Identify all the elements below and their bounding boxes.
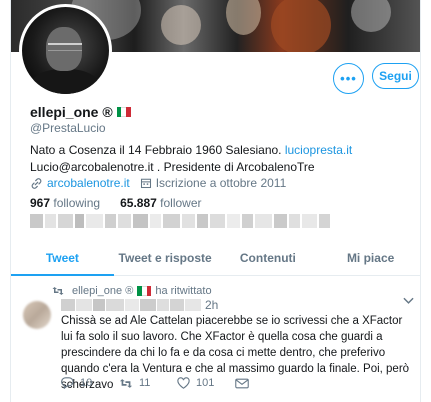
profile-handle: @PrestaLucio — [30, 121, 106, 135]
italian-flag-icon — [116, 107, 131, 117]
direct-message-action[interactable] — [235, 377, 293, 389]
tab-contenuti[interactable]: Contenuti — [217, 240, 320, 275]
profile-page: ••• Segui ellepi_one ® @PrestaLucio Nato… — [10, 0, 421, 402]
tab-tweet-e-risposte[interactable]: Tweet e risposte — [114, 240, 217, 275]
like-count: 101 — [196, 377, 215, 389]
like-icon — [177, 377, 190, 389]
reply-icon — [61, 377, 74, 389]
tweet-header: 2h — [61, 298, 218, 312]
followers-you-know-pixelated — [30, 214, 330, 228]
retweet-suffix: ha ritwittato — [155, 285, 212, 297]
follow-counts: 967 following 65.887 follower — [30, 196, 202, 210]
profile-bio: Nato a Cosenza il 14 Febbraio 1960 Sales… — [30, 142, 420, 176]
bio-link[interactable]: luciopresta.it — [285, 143, 352, 157]
link-icon — [31, 177, 42, 189]
retweet-context: ellepi_one ® ha ritwittato — [52, 285, 212, 297]
following-label: following — [53, 196, 101, 210]
profile-avatar[interactable] — [19, 4, 112, 97]
italian-flag-icon — [137, 286, 152, 296]
tab-mi-piace[interactable]: Mi piace — [319, 240, 420, 275]
profile-meta: arcobalenotre.it Iscrizione a ottobre 20… — [30, 176, 286, 190]
tweet-time[interactable]: 2h — [205, 298, 218, 312]
follower-label: follower — [160, 196, 202, 210]
profile-name-text: ellepi_one ® — [30, 104, 113, 120]
retweet-icon — [52, 287, 64, 295]
retweet-action[interactable]: 11 — [119, 377, 177, 389]
tab-tweet[interactable]: Tweet — [11, 240, 114, 276]
tweet-actions: 10 11 101 — [61, 377, 391, 389]
follow-button[interactable]: Segui — [372, 63, 419, 89]
like-action[interactable]: 101 — [177, 377, 235, 389]
reply-action[interactable]: 10 — [61, 377, 119, 389]
tweet-card[interactable]: ellepi_one ® ha ritwittato 2h Chissà se … — [11, 277, 420, 402]
profile-name[interactable]: ellepi_one ® — [30, 104, 131, 120]
following-stat[interactable]: 967 following — [30, 196, 100, 210]
retweet-icon — [119, 378, 133, 388]
join-date: Iscrizione a ottobre 2011 — [155, 176, 287, 190]
follower-count: 65.887 — [120, 196, 157, 210]
retweet-count: 11 — [139, 377, 151, 389]
following-count: 967 — [30, 196, 51, 210]
reply-count: 10 — [80, 377, 93, 389]
bio-text-end: Lucio@arcobalenotre.it . Presidente di A… — [30, 160, 315, 174]
calendar-icon — [140, 178, 151, 189]
message-icon — [235, 378, 249, 388]
tweet-author-avatar-pixelated[interactable] — [23, 301, 51, 329]
more-icon: ••• — [340, 71, 357, 86]
follower-stat[interactable]: 65.887 follower — [120, 196, 201, 210]
profile-tabs: Tweet Tweet e risposte Contenuti Mi piac… — [11, 240, 420, 276]
caret-down-icon[interactable] — [403, 297, 414, 305]
retweeter-name[interactable]: ellepi_one ® — [72, 285, 133, 297]
bio-text-start: Nato a Cosenza il 14 Febbraio 1960 Sales… — [30, 143, 282, 157]
tweet-author-pixelated[interactable] — [61, 299, 201, 311]
follow-button-label: Segui — [379, 69, 412, 83]
more-options-button[interactable]: ••• — [333, 63, 364, 94]
website-link[interactable]: arcobalenotre.it — [47, 176, 130, 190]
